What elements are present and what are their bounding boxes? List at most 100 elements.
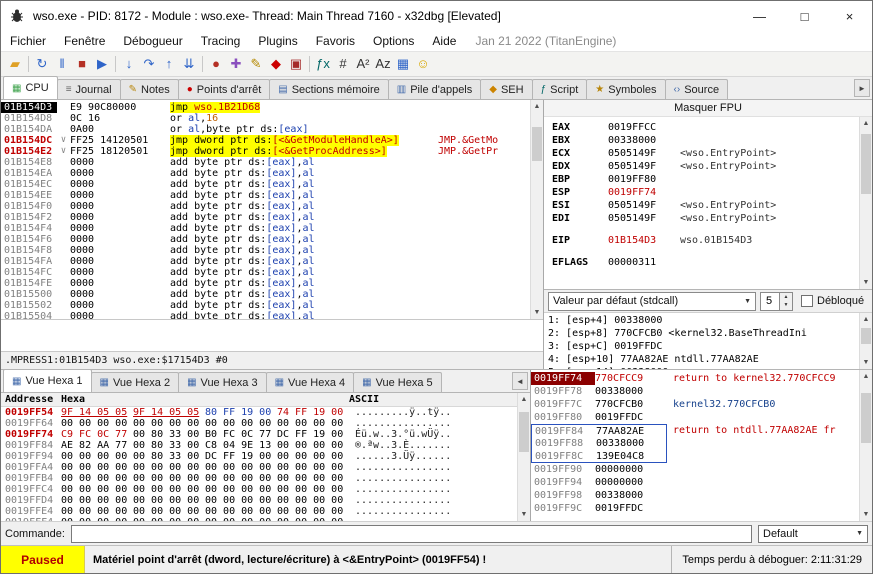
disasm-row[interactable]: 01B154EE0000add byte ptr ds:[eax],al <box>1 190 530 201</box>
hide-fpu-button[interactable]: Masquer FPU <box>544 100 872 117</box>
dump-bytes-group[interactable]: 00 00 00 00 <box>133 506 205 517</box>
menu-item-tracing[interactable]: Tracing <box>192 32 250 50</box>
disasm-row[interactable]: 01B154F20000add byte ptr ds:[eax],al <box>1 212 530 223</box>
command-input[interactable] <box>71 525 752 543</box>
disasm-row[interactable]: 01B154FE0000add byte ptr ds:[eax],al <box>1 278 530 289</box>
spin-down-icon[interactable]: ▼ <box>780 301 792 310</box>
stack-row[interactable]: 0019FF7800338000 <box>531 385 859 398</box>
minimize-button[interactable]: — <box>737 1 782 31</box>
menu-item-options[interactable]: Options <box>364 32 423 50</box>
scroll-up-icon[interactable]: ▲ <box>531 100 543 113</box>
tab-symboles[interactable]: ★Symboles <box>586 79 665 99</box>
registers-list[interactable]: EAX0019FFCCEBX00338000ECX0505149F<wso.En… <box>544 117 859 289</box>
disasm-row[interactable]: 01B155020000add byte ptr ds:[eax],al <box>1 300 530 311</box>
register-row[interactable]: EIP01B154D3wso.01B154D3 <box>552 234 859 247</box>
dump-scrollbar[interactable]: ▲ ▼ <box>517 393 530 521</box>
locked-checkbox[interactable] <box>801 295 813 307</box>
dump-row[interactable]: 0019FF84AE 82 AA 7700 80 33 00C8 04 9E 1… <box>1 440 517 451</box>
dump-bytes-group[interactable]: 00 00 00 00 <box>61 473 133 484</box>
dump-row[interactable]: 0019FFC400 00 00 0000 00 00 0000 00 00 0… <box>1 484 517 495</box>
disasm-row[interactable]: 01B155040000add byte ptr ds:[eax],al <box>1 311 530 319</box>
step-into-icon[interactable]: ↓ <box>119 54 139 74</box>
scroll-up-icon[interactable]: ▲ <box>860 370 872 383</box>
breakpoints-icon[interactable]: ◆ <box>266 54 286 74</box>
register-row[interactable] <box>552 247 859 256</box>
stack-row[interactable]: 0019FF800019FFDC <box>531 411 859 424</box>
tab-sections-memoire[interactable]: ▤Sections mémoire <box>269 79 389 99</box>
fx-icon[interactable]: ƒx <box>313 54 333 74</box>
memory-map-icon[interactable]: ▣ <box>286 54 306 74</box>
dump-bytes-group[interactable]: 00 00 00 00 <box>61 484 133 495</box>
stack-row[interactable]: 0019FF8800338000 <box>531 437 859 450</box>
open-file-icon[interactable]: ▰ <box>5 54 25 74</box>
dump-bytes-group[interactable]: 00 00 00 00 <box>61 462 133 473</box>
disasm-row[interactable]: 01B154DA0A00or al,byte ptr ds:[eax] <box>1 124 530 135</box>
scroll-down-icon[interactable]: ▼ <box>860 508 872 521</box>
comment-icon[interactable]: ✎ <box>246 54 266 74</box>
run-icon[interactable]: ▶ <box>92 54 112 74</box>
disasm-row[interactable]: 01B154F60000add byte ptr ds:[eax],al <box>1 234 530 245</box>
patches-icon[interactable]: ✚ <box>226 54 246 74</box>
disasm-row[interactable]: 01B154D80C 16or al,16 <box>1 113 530 124</box>
dump-bytes-group[interactable]: 00 00 00 00 <box>61 451 133 462</box>
dump-row[interactable]: 0019FF9400 00 00 0000 80 33 00DC FF 19 0… <box>1 451 517 462</box>
tab-vue-hexa-3[interactable]: ▦Vue Hexa 3 <box>178 372 267 392</box>
register-row[interactable] <box>552 225 859 234</box>
disasm-row[interactable]: 01B154FA0000add byte ptr ds:[eax],al <box>1 256 530 267</box>
spin-up-icon[interactable]: ▲ <box>780 293 792 302</box>
tab-journal[interactable]: ≡Journal <box>57 79 121 99</box>
animate-icon[interactable]: ● <box>206 54 226 74</box>
scroll-up-icon[interactable]: ▲ <box>860 313 872 326</box>
dump-bytes-group[interactable]: C9 FC 0C 77 <box>61 429 133 440</box>
register-row[interactable]: EAX0019FFCC <box>552 121 859 134</box>
scroll-up-icon[interactable]: ▲ <box>518 393 530 406</box>
dump-bytes-group[interactable]: 00 00 00 00 <box>61 418 133 429</box>
tab-vue-hexa-5[interactable]: ▦Vue Hexa 5 <box>353 372 442 392</box>
dump-bytes-group[interactable]: 00 80 33 00 <box>133 451 205 462</box>
dump-bytes-group[interactable]: 00 00 00 00 <box>205 473 277 484</box>
dump-bytes-group[interactable]: 00 00 00 00 <box>277 462 349 473</box>
close-button[interactable]: × <box>827 1 872 31</box>
restart-icon[interactable]: ↻ <box>32 54 52 74</box>
disasm-row[interactable]: 01B154F00000add byte ptr ds:[eax],al <box>1 201 530 212</box>
dump-bytes-group[interactable]: 00 00 00 00 <box>277 418 349 429</box>
tab-seh[interactable]: ◆SEH <box>480 79 532 99</box>
disasm-row[interactable]: 01B154D3E9 90C80000jmp wso.1B21D68 <box>1 102 530 113</box>
disasm-row[interactable]: 01B154DC∨FF25 14120501jmp dword ptr ds:[… <box>1 135 530 146</box>
tab-script[interactable]: ƒScript <box>532 79 588 99</box>
scroll-thumb[interactable] <box>519 412 529 452</box>
maximize-button[interactable]: □ <box>782 1 827 31</box>
stack-row[interactable]: 0019FF9400000000 <box>531 476 859 489</box>
tab-notes[interactable]: ✎Notes <box>120 79 179 99</box>
highlight-icon[interactable]: A² <box>353 54 373 74</box>
dump-bytes-group[interactable]: 00 00 00 00 <box>205 484 277 495</box>
disasm-row[interactable]: 01B154EC0000add byte ptr ds:[eax],al <box>1 179 530 190</box>
dump-row[interactable]: 0019FF6400 00 00 0000 00 00 0000 00 00 0… <box>1 418 517 429</box>
dump-bytes-group[interactable]: 00 00 00 00 <box>277 451 349 462</box>
tab-points-d-arret[interactable]: ●Points d'arrêt <box>178 79 271 99</box>
dump-row[interactable]: 0019FF549F 14 05 059F 14 05 0580 FF 19 0… <box>1 407 517 418</box>
register-row[interactable]: ESP0019FF74 <box>552 186 859 199</box>
menu-item-plugins[interactable]: Plugins <box>249 32 306 50</box>
register-row[interactable]: EBX00338000 <box>552 134 859 147</box>
dump-row[interactable]: 0019FFD400 00 00 0000 00 00 0000 00 00 0… <box>1 495 517 506</box>
scroll-thumb[interactable] <box>861 393 871 443</box>
stack-row[interactable]: 0019FF9000000000 <box>531 463 859 476</box>
stack-row[interactable]: 0019FF8C139E04C8 <box>531 450 859 463</box>
arguments-scrollbar[interactable]: ▲ ▼ <box>859 313 872 369</box>
stack-row[interactable]: 0019FF9800338000 <box>531 489 859 502</box>
dump-bytes-group[interactable]: 00 00 00 00 <box>133 495 205 506</box>
tab-pile-d-appels[interactable]: ▥Pile d'appels <box>388 79 481 99</box>
stack-row[interactable]: 0019FF7C770CFCB0kernel32.770CFCB0 <box>531 398 859 411</box>
register-row[interactable]: ECX0505149F<wso.EntryPoint> <box>552 147 859 160</box>
disasm-scrollbar[interactable]: ▲ ▼ <box>530 100 543 319</box>
scroll-down-icon[interactable]: ▼ <box>531 306 543 319</box>
dump-bytes-group[interactable]: C8 04 9E 13 <box>205 440 277 451</box>
dump-bytes-group[interactable]: 74 FF 19 00 <box>277 407 349 418</box>
dump-bytes-group[interactable]: 00 00 00 00 <box>277 495 349 506</box>
dump-row[interactable]: 0019FF74C9 FC 0C 7700 80 33 00B0 FC 0C 7… <box>1 429 517 440</box>
dump-bytes-group[interactable]: 00 00 00 00 <box>205 418 277 429</box>
hex-dump[interactable]: Addresse Hexa ASCII 0019FF549F 14 05 059… <box>1 393 517 521</box>
dump-bytes-group[interactable]: 00 00 00 00 <box>205 462 277 473</box>
dump-bytes-group[interactable]: 00 00 00 00 <box>277 484 349 495</box>
